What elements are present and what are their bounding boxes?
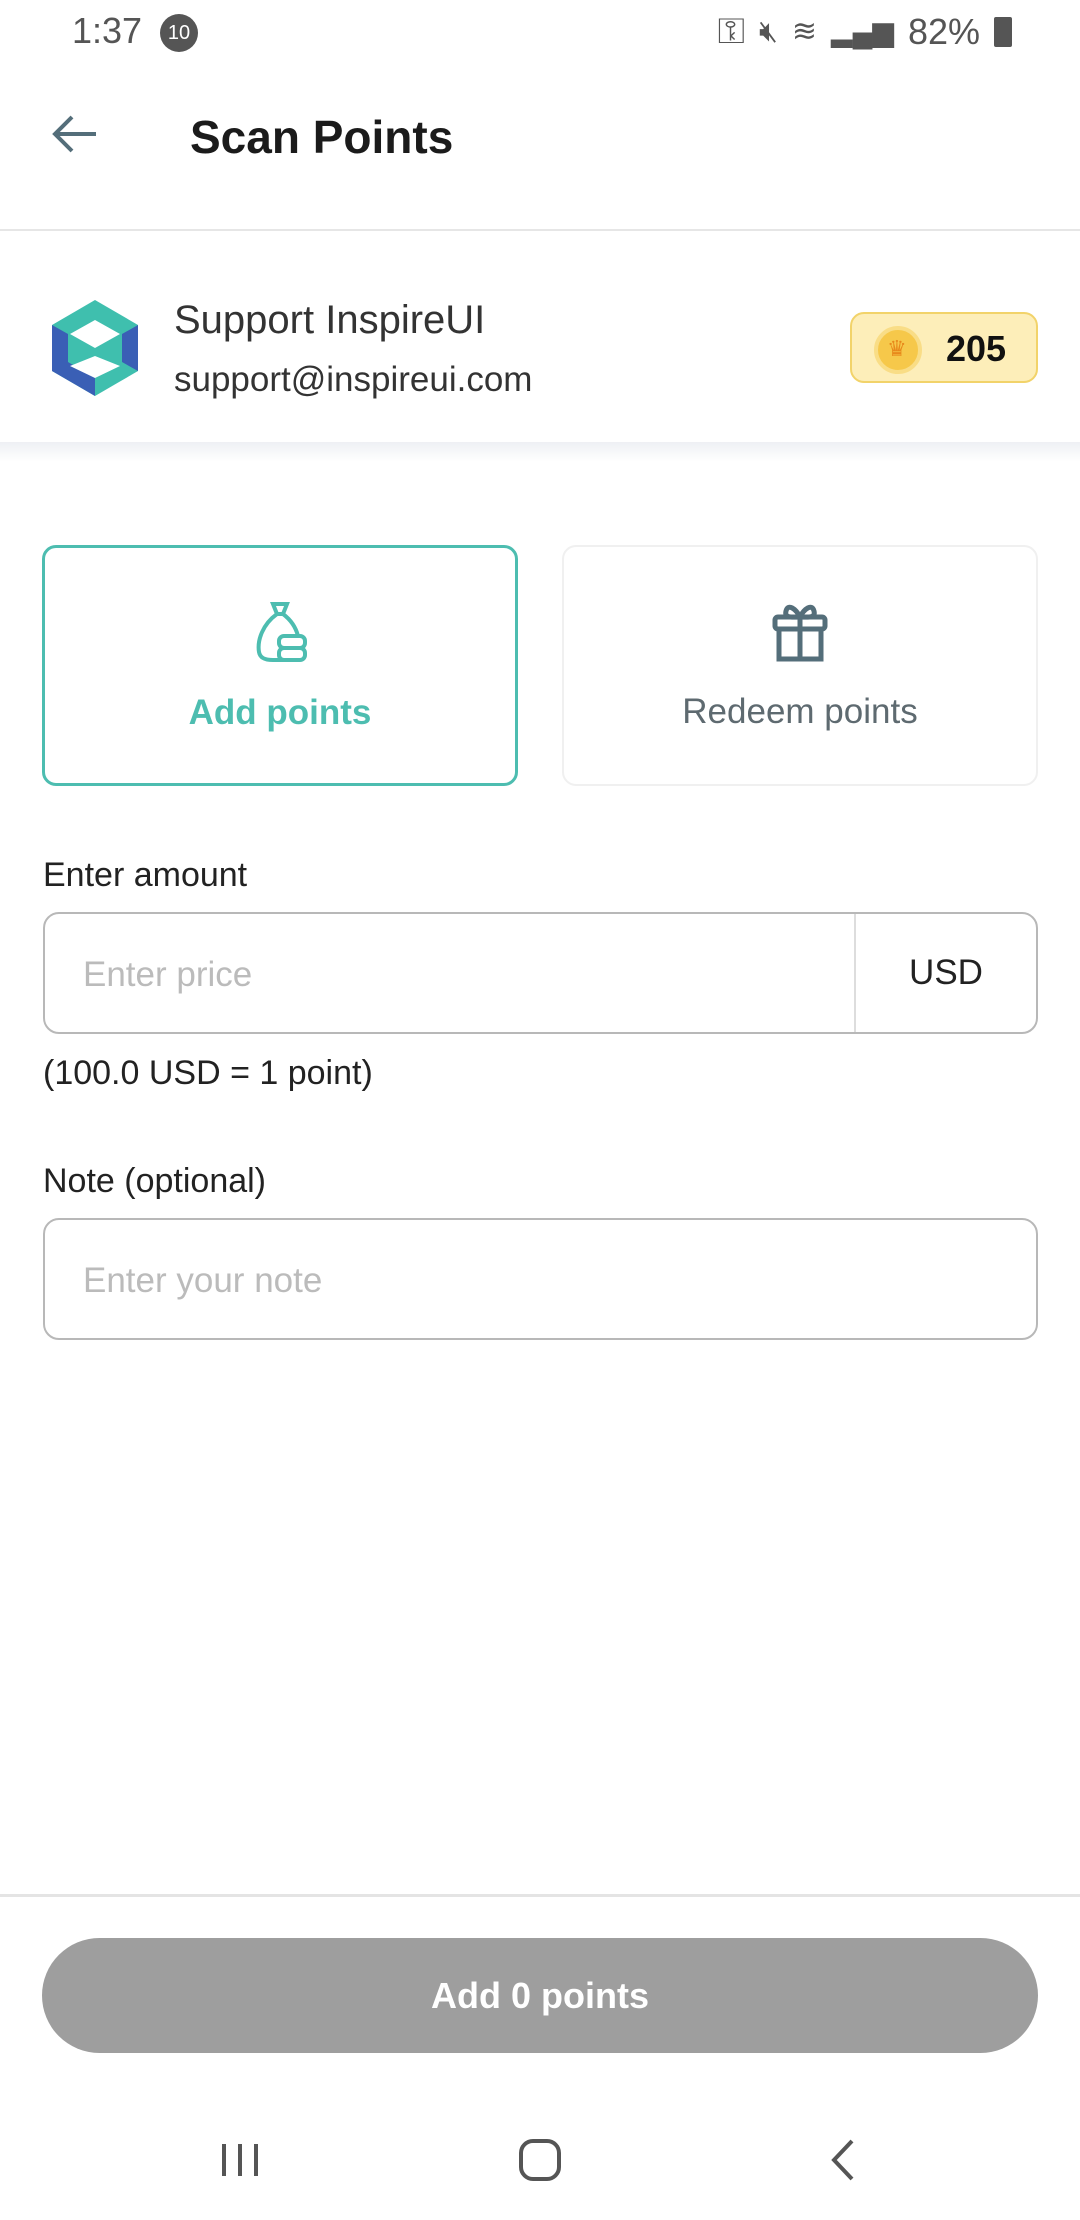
profile-email: support@inspireui.com [174,360,533,399]
status-bar: 1:37 10 ⚿ 🔇︎ ≋ ▂▄▆ 82% [0,0,1080,64]
section-divider [0,442,1080,462]
redeem-points-label: Redeem points [682,692,918,731]
wifi-icon: ≋ [791,15,818,48]
page-title: Scan Points [190,111,454,163]
crown-coin-icon: ♛ [874,326,922,374]
add-points-tab[interactable]: Add points [42,545,518,786]
battery-icon [994,16,1012,47]
note-placeholder: Enter your note [83,1261,323,1300]
gift-icon [772,604,828,662]
points-balance-badge: ♛ 205 [850,312,1038,383]
price-input[interactable]: Enter price USD [43,912,1038,1034]
mute-icon: 🔇︎ [758,14,778,48]
vpn-key-icon: ⚿ [717,10,745,51]
arrow-left-icon [52,115,96,153]
price-placeholder: Enter price [83,955,253,994]
store-logo [50,298,140,403]
note-input[interactable]: Enter your note [43,1218,1038,1340]
money-bag-icon [256,602,307,662]
back-button[interactable] [50,112,100,161]
system-nav-bar [0,2130,1080,2190]
bottom-divider [0,1894,1080,1897]
amount-label: Enter amount [43,856,248,894]
app-bar [0,64,1080,231]
add-points-label: Add points [188,693,372,732]
add-points-button[interactable]: Add 0 points [42,1938,1038,2053]
home-icon[interactable] [518,2138,562,2182]
signal-icon: ▂▄▆ [831,16,894,47]
conversion-rate-hint: (100.0 USD = 1 point) [43,1054,373,1092]
profile-name: Support InspireUI [174,298,486,342]
points-balance: 205 [946,328,1007,369]
note-label: Note (optional) [43,1162,267,1200]
battery-percent: 82% [907,10,980,52]
redeem-points-tab[interactable]: Redeem points [562,545,1038,786]
currency-label: USD [854,914,1036,1032]
recent-apps-icon[interactable] [220,2142,260,2178]
notification-count-badge: 10 [160,14,198,52]
back-nav-icon[interactable] [828,2138,858,2182]
status-time: 1:37 [72,10,143,51]
